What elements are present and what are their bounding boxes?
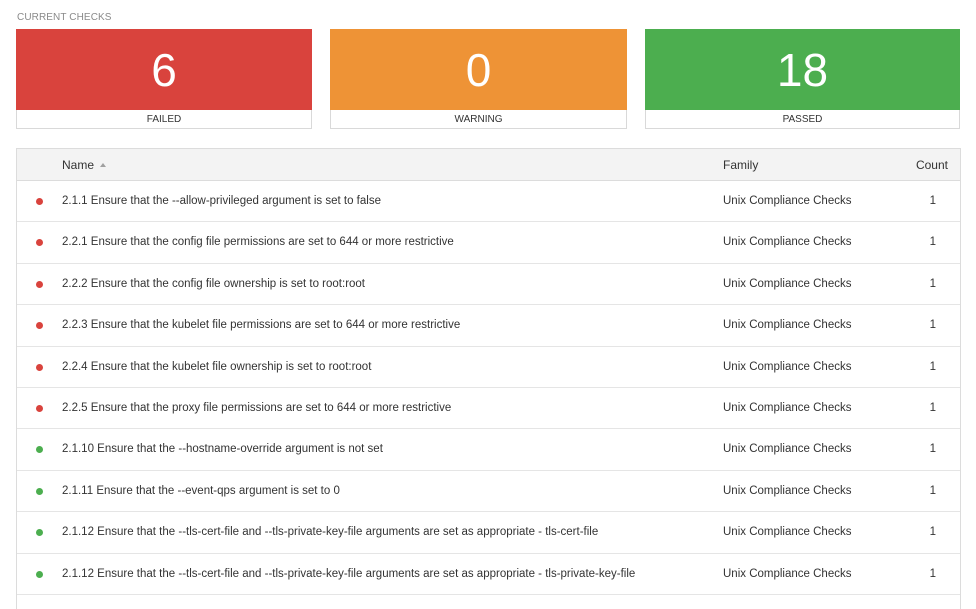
check-count: 1	[929, 567, 936, 580]
check-count: 1	[929, 277, 936, 290]
passed-count: 18	[645, 29, 960, 110]
table-row[interactable]: 2.2.4 Ensure that the kubelet file owner…	[17, 347, 960, 388]
table-row[interactable]: 2.1.1 Ensure that the --allow-privileged…	[17, 181, 960, 223]
section-label: CURRENT CHECKS	[17, 12, 112, 23]
check-count: 1	[929, 360, 936, 373]
passed-card[interactable]: 18 PASSED	[645, 29, 960, 129]
failed-card[interactable]: 6 FAILED	[16, 29, 312, 129]
check-name[interactable]: 2.2.4 Ensure that the kubelet file owner…	[62, 347, 371, 387]
warning-count: 0	[330, 29, 627, 110]
table-body: 2.1.1 Ensure that the --allow-privileged…	[17, 181, 960, 595]
status-dot-icon	[36, 446, 43, 454]
check-family: Unix Compliance Checks	[723, 484, 852, 497]
check-name[interactable]: 2.2.5 Ensure that the proxy file permiss…	[62, 388, 451, 428]
check-name[interactable]: 2.2.2 Ensure that the config file owners…	[62, 264, 365, 304]
status-dot-icon	[36, 529, 43, 537]
check-family: Unix Compliance Checks	[723, 319, 852, 332]
check-family: Unix Compliance Checks	[723, 443, 852, 456]
warning-card[interactable]: 0 WARNING	[330, 29, 627, 129]
check-count: 1	[929, 319, 936, 332]
check-family: Unix Compliance Checks	[723, 195, 852, 207]
check-name[interactable]: 2.2.3 Ensure that the kubelet file permi…	[62, 305, 460, 345]
count-column-header[interactable]: Count	[916, 149, 948, 180]
sort-ascending-icon	[100, 162, 107, 167]
table-row[interactable]: 2.1.10 Ensure that the --hostname-overri…	[17, 429, 960, 471]
family-header-label: Family	[723, 157, 759, 172]
status-dot-icon	[36, 280, 43, 288]
check-family: Unix Compliance Checks	[723, 567, 852, 580]
status-dot-icon	[36, 404, 43, 412]
check-name[interactable]: 2.1.11 Ensure that the --event-qps argum…	[62, 471, 340, 511]
check-name[interactable]: 2.1.12 Ensure that the --tls-cert-file a…	[62, 512, 598, 552]
name-column-header[interactable]: Name	[62, 149, 107, 180]
status-dot-icon	[36, 198, 43, 205]
status-dot-icon	[36, 570, 43, 578]
check-name[interactable]: 2.1.12 Ensure that the --tls-cert-file a…	[62, 554, 635, 594]
check-count: 1	[929, 236, 936, 249]
check-name[interactable]: 2.1.1 Ensure that the --allow-privileged…	[62, 181, 381, 221]
table-row[interactable]: 2.1.11 Ensure that the --event-qps argum…	[17, 471, 960, 513]
status-dot-icon	[36, 487, 43, 495]
failed-label: FAILED	[16, 110, 312, 129]
check-family: Unix Compliance Checks	[723, 526, 852, 539]
status-dot-icon	[36, 363, 43, 371]
check-name[interactable]: 2.2.1 Ensure that the config file permis…	[62, 222, 454, 262]
table-row[interactable]: 2.1.12 Ensure that the --tls-cert-file a…	[17, 512, 960, 554]
table-row[interactable]: 2.2.5 Ensure that the proxy file permiss…	[17, 388, 960, 430]
check-count: 1	[929, 401, 936, 414]
passed-label: PASSED	[645, 110, 960, 129]
check-count: 1	[929, 526, 936, 539]
check-name[interactable]: 2.1.10 Ensure that the --hostname-overri…	[62, 429, 383, 469]
check-count: 1	[929, 443, 936, 456]
table-header: Name Family Count	[17, 149, 960, 181]
failed-count: 6	[16, 29, 312, 110]
table-row[interactable]: 2.2.3 Ensure that the kubelet file permi…	[17, 305, 960, 347]
checks-table: Name Family Count 2.1.1 Ensure that the …	[16, 148, 961, 609]
family-column-header[interactable]: Family	[723, 149, 758, 180]
name-header-label: Name	[62, 157, 95, 172]
summary-cards: 6 FAILED 0 WARNING 18 PASSED	[16, 29, 960, 130]
status-dot-icon	[36, 322, 43, 330]
check-count: 1	[929, 195, 936, 207]
warning-label: WARNING	[330, 110, 627, 129]
count-header-label: Count	[915, 157, 948, 172]
check-family: Unix Compliance Checks	[723, 277, 852, 290]
table-row[interactable]: 2.2.1 Ensure that the config file permis…	[17, 222, 960, 264]
check-family: Unix Compliance Checks	[723, 236, 852, 249]
table-row[interactable]: 2.1.12 Ensure that the --tls-cert-file a…	[17, 554, 960, 595]
status-dot-icon	[36, 239, 43, 247]
table-row[interactable]: 2.2.2 Ensure that the config file owners…	[17, 264, 960, 306]
check-family: Unix Compliance Checks	[723, 401, 852, 414]
check-family: Unix Compliance Checks	[723, 360, 852, 373]
check-count: 1	[929, 484, 936, 497]
